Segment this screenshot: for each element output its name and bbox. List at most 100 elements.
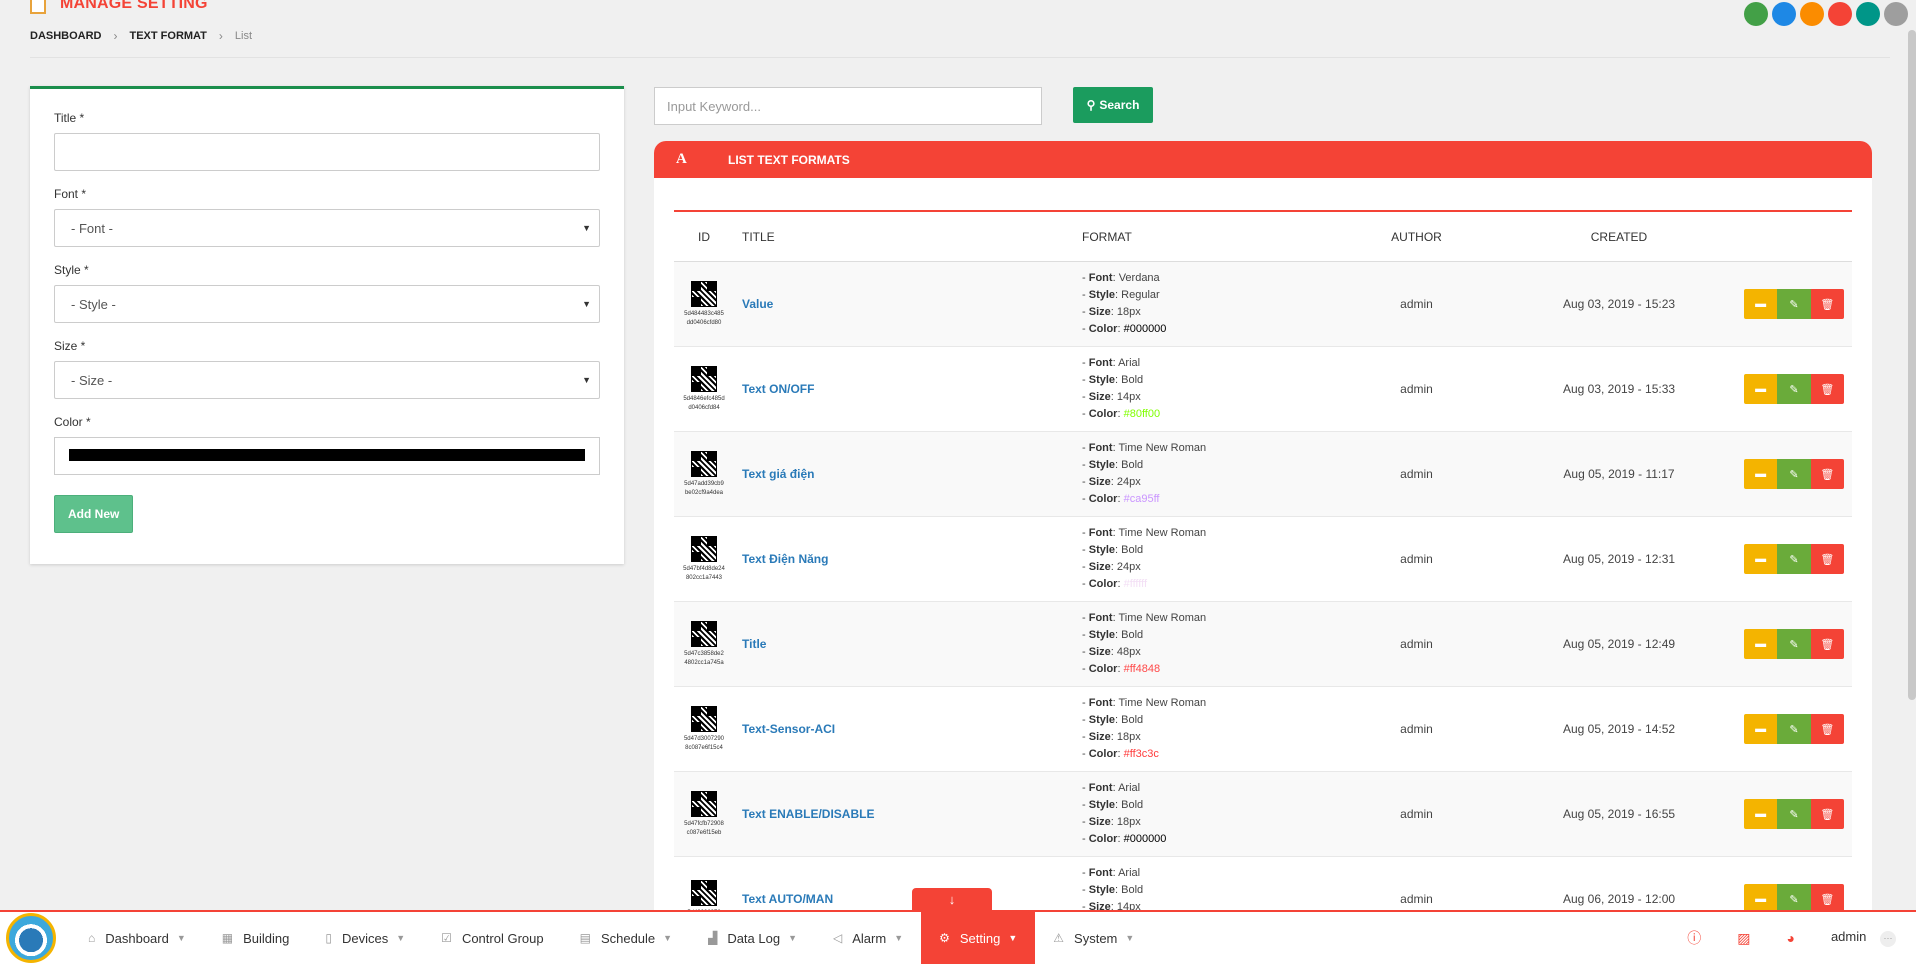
row-title-link[interactable]: Text giá điện bbox=[742, 467, 814, 481]
calendar-icon: ▤ bbox=[579, 931, 591, 945]
edit-button[interactable]: ✎ bbox=[1777, 799, 1811, 829]
pencil-icon: ✎ bbox=[1789, 553, 1799, 566]
nav-item-alarm[interactable]: ◁ Alarm ▼ bbox=[815, 912, 921, 964]
font-select[interactable]: - Font - ▼ bbox=[54, 209, 600, 247]
edit-button[interactable]: ✎ bbox=[1777, 714, 1811, 744]
view-button[interactable]: ▬ bbox=[1744, 629, 1778, 659]
row-style: Bold bbox=[1121, 714, 1144, 726]
company-logo[interactable] bbox=[6, 913, 56, 963]
format-cell: - Font: Time New Roman - Style: Bold - S… bbox=[1082, 527, 1207, 590]
nav-item-system[interactable]: ⚠ System ▼ bbox=[1035, 912, 1152, 964]
row-title-link[interactable]: Text Điện Năng bbox=[742, 552, 828, 566]
breadcrumb-text-format[interactable]: TEXT FORMAT bbox=[130, 30, 207, 42]
image-icon[interactable]: ▨ bbox=[1737, 930, 1750, 947]
style-select[interactable]: - Style - ▼ bbox=[54, 285, 600, 323]
nav-item-building[interactable]: ▦ Building bbox=[204, 912, 308, 964]
nav-item-control-group[interactable]: ☑ Control Group bbox=[423, 912, 561, 964]
page-title-row: MANAGE SETTING bbox=[30, 0, 208, 14]
author-cell: admin bbox=[1400, 722, 1433, 736]
chart-icon: ▟ bbox=[708, 931, 718, 945]
format-cell: - Font: Arial - Style: Bold - Size: 14px… bbox=[1082, 357, 1161, 420]
row-title-link[interactable]: Text-Sensor-ACI bbox=[742, 722, 835, 736]
author-cell: admin bbox=[1400, 552, 1433, 566]
pencil-icon: ✎ bbox=[1789, 298, 1799, 311]
view-button[interactable]: ▬ bbox=[1744, 714, 1778, 744]
delete-button[interactable]: 🗑 bbox=[1810, 544, 1844, 574]
row-title-link[interactable]: Text AUTO/MAN bbox=[742, 892, 833, 906]
row-font: Arial bbox=[1118, 867, 1141, 879]
page-scrollbar[interactable] bbox=[1908, 30, 1916, 700]
size-select[interactable]: - Size - ▼ bbox=[54, 361, 600, 399]
edit-button[interactable]: ✎ bbox=[1777, 629, 1811, 659]
author-cell: admin bbox=[1400, 467, 1433, 481]
actions-cell: ▬ ✎ 🗑 bbox=[1744, 629, 1852, 659]
view-button[interactable]: ▬ bbox=[1744, 459, 1778, 489]
qr-code-icon bbox=[691, 620, 717, 647]
nav-item-devices[interactable]: ▯ Devices ▼ bbox=[307, 912, 423, 964]
column-header-format: FORMAT bbox=[1082, 229, 1132, 244]
search-input[interactable]: Input Keyword... bbox=[654, 87, 1042, 125]
edit-button[interactable]: ✎ bbox=[1777, 544, 1811, 574]
created-cell: Aug 05, 2019 - 12:31 bbox=[1562, 552, 1676, 566]
view-button[interactable]: ▬ bbox=[1744, 289, 1778, 319]
row-font: Time New Roman bbox=[1118, 697, 1207, 709]
theme-color-option[interactable] bbox=[1772, 2, 1796, 26]
actions-cell: ▬ ✎ 🗑 bbox=[1744, 374, 1852, 404]
warning-icon: ⚠ bbox=[1053, 931, 1065, 945]
theme-color-option[interactable] bbox=[1856, 2, 1880, 26]
row-id: 5d484483c485dd0406cfd80 bbox=[684, 310, 724, 326]
delete-button[interactable]: 🗑 bbox=[1810, 289, 1844, 319]
delete-button[interactable]: 🗑 bbox=[1810, 799, 1844, 829]
edit-button[interactable]: ✎ bbox=[1777, 289, 1811, 319]
row-title-link[interactable]: Text ENABLE/DISABLE bbox=[742, 807, 874, 821]
list-header-title: LIST TEXT FORMATS bbox=[728, 152, 850, 167]
view-button[interactable]: ▬ bbox=[1744, 544, 1778, 574]
table-row: 5d4846efc485dd0406cfd84 Text ON/OFF - Fo… bbox=[674, 347, 1852, 432]
nav-item-setting[interactable]: ⚙ Setting ▼ bbox=[921, 912, 1036, 964]
color-input[interactable] bbox=[54, 437, 600, 475]
view-button[interactable]: ▬ bbox=[1744, 374, 1778, 404]
breadcrumb-dashboard[interactable]: DASHBOARD bbox=[30, 30, 102, 42]
nav-item-label: System bbox=[1074, 930, 1118, 946]
theme-color-option[interactable] bbox=[1828, 2, 1852, 26]
theme-color-option[interactable] bbox=[1800, 2, 1824, 26]
row-font: Verdana bbox=[1118, 272, 1160, 284]
row-id: 5d47d30072908c087e6f15c4 bbox=[683, 735, 725, 751]
column-header-id: ID bbox=[698, 229, 710, 244]
nav-item-data-log[interactable]: ▟ Data Log ▼ bbox=[690, 912, 815, 964]
globe-icon[interactable]: ◕ bbox=[1786, 930, 1794, 946]
row-color: #ca95ff bbox=[1123, 493, 1160, 505]
nav-item-label: Alarm bbox=[852, 930, 887, 946]
scroll-down-button[interactable]: ↓ bbox=[912, 888, 992, 910]
view-button[interactable]: ▬ bbox=[1744, 799, 1778, 829]
nav-item-dashboard[interactable]: ⌂ Dashboard ▼ bbox=[70, 912, 204, 964]
search-button[interactable]: ⚲ Search bbox=[1073, 87, 1153, 123]
trash-icon: 🗑 bbox=[1820, 553, 1835, 566]
credit-card-icon: ▬ bbox=[1755, 468, 1767, 480]
theme-color-option[interactable] bbox=[1744, 2, 1768, 26]
delete-button[interactable]: 🗑 bbox=[1810, 459, 1844, 489]
nav-item-label: Setting bbox=[959, 930, 1001, 946]
qr-code-icon bbox=[691, 790, 717, 817]
qr-code-icon bbox=[691, 280, 717, 307]
row-title-link[interactable]: Title bbox=[742, 637, 766, 651]
info-icon[interactable]: ⓘ bbox=[1687, 928, 1701, 948]
nav-item-schedule[interactable]: ▤ Schedule ▼ bbox=[562, 912, 690, 964]
table-row: 5d484483c485dd0406cfd80 Value - Font: Ve… bbox=[674, 262, 1852, 347]
delete-button[interactable]: 🗑 bbox=[1810, 374, 1844, 404]
delete-button[interactable]: 🗑 bbox=[1810, 629, 1844, 659]
user-menu[interactable]: admin ··· bbox=[1831, 929, 1896, 947]
author-cell: admin bbox=[1400, 637, 1433, 651]
delete-button[interactable]: 🗑 bbox=[1810, 714, 1844, 744]
caret-down-icon: ▼ bbox=[582, 299, 591, 309]
title-input[interactable] bbox=[54, 133, 600, 171]
home-icon: ⌂ bbox=[88, 931, 96, 945]
edit-button[interactable]: ✎ bbox=[1777, 374, 1811, 404]
caret-down-icon: ▼ bbox=[582, 223, 591, 233]
theme-color-option[interactable] bbox=[1884, 2, 1908, 26]
trash-icon: 🗑 bbox=[1820, 893, 1835, 906]
add-new-button[interactable]: Add New bbox=[54, 495, 134, 533]
edit-button[interactable]: ✎ bbox=[1777, 459, 1811, 489]
row-title-link[interactable]: Value bbox=[742, 297, 773, 311]
row-title-link[interactable]: Text ON/OFF bbox=[742, 382, 814, 396]
